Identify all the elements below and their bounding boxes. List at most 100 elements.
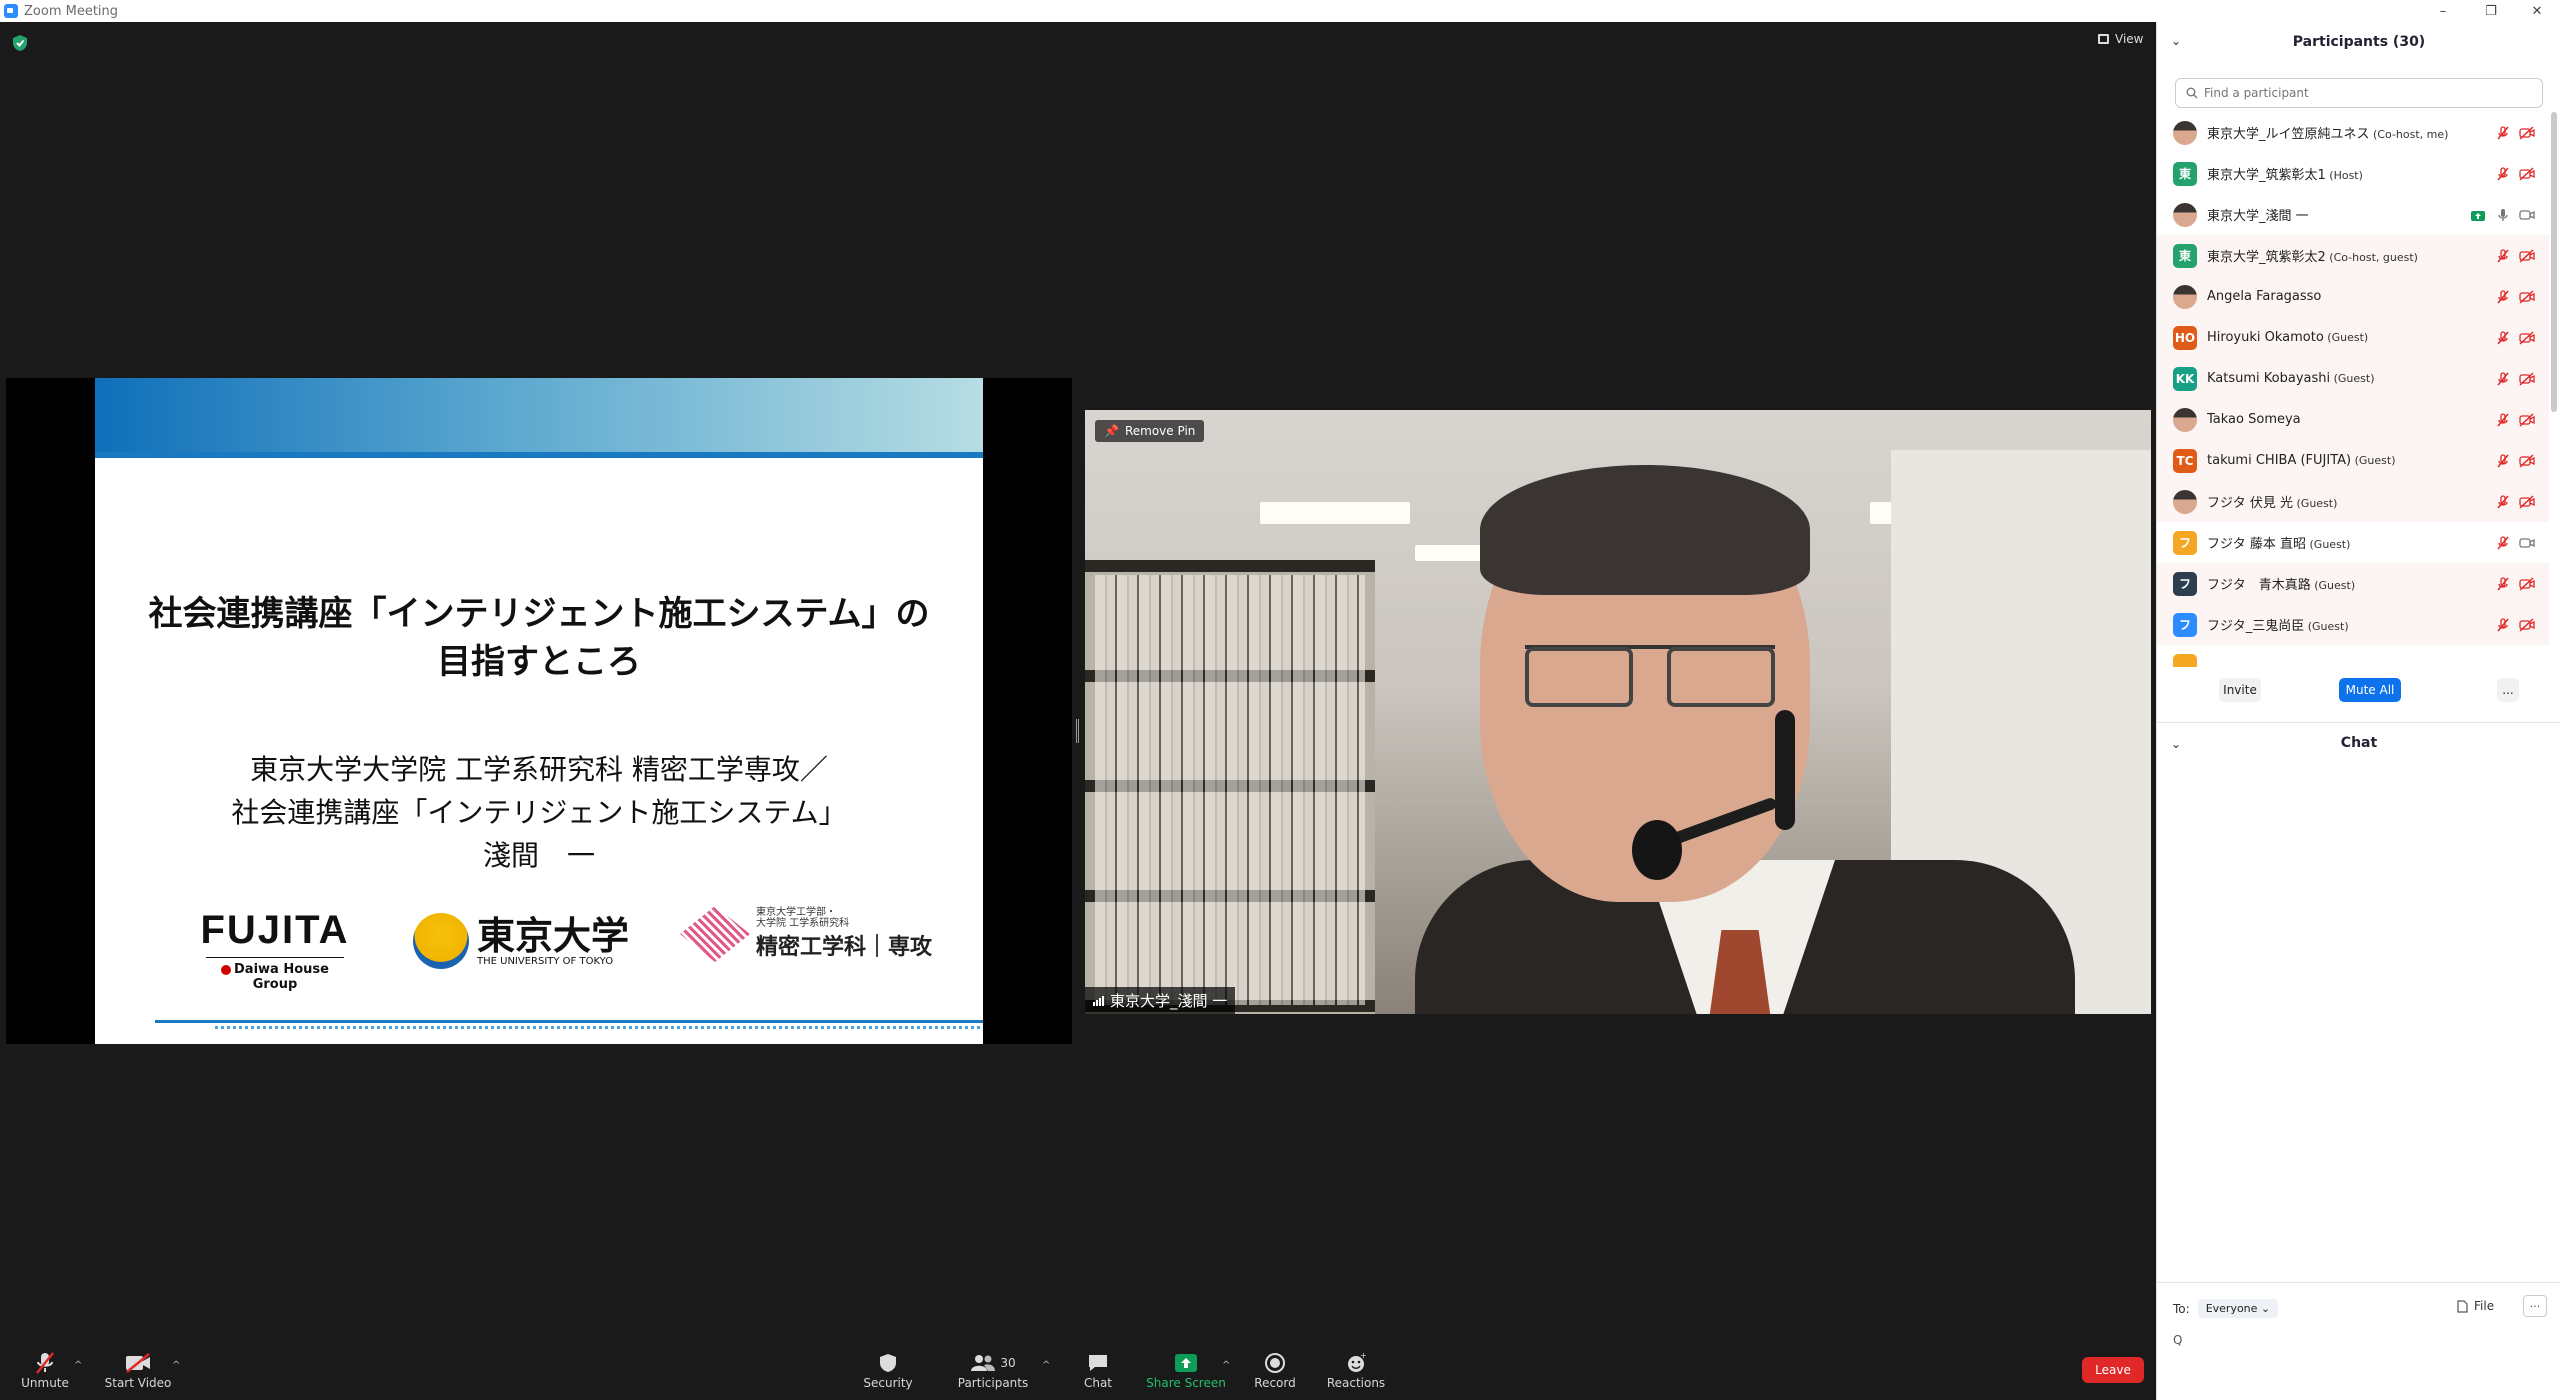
chat-button[interactable]: Chat	[1053, 1350, 1143, 1390]
participant-name: 東京大学_淺間 一	[2207, 205, 2309, 224]
mic-muted-icon[interactable]	[2495, 330, 2511, 345]
participant-role: (Guest)	[2304, 620, 2349, 633]
chat-input[interactable]: Q	[2173, 1333, 2182, 1347]
mic-muted-icon[interactable]	[2495, 371, 2511, 386]
view-button[interactable]: View	[2098, 32, 2143, 46]
video-off-icon[interactable]	[2519, 453, 2535, 468]
participant-row[interactable]: 東京大学_ルイ笠原純ユネス (Co-host, me)	[2157, 112, 2549, 153]
participant-photo-avatar	[2173, 202, 2197, 227]
collapse-chevron-icon[interactable]: ⌄	[2171, 34, 2181, 48]
meeting-area: View 社会連携講座「インテリジェント施工システム」の 目指すところ 東京大学…	[0, 22, 2156, 1400]
reactions-button[interactable]: + Reactions	[1311, 1350, 1401, 1390]
slide-title-line1: 社会連携講座「インテリジェント施工システム」の	[148, 594, 930, 634]
mic-muted-icon[interactable]	[2495, 166, 2511, 181]
mic-icon[interactable]	[2495, 207, 2511, 221]
to-label: To:	[2173, 1301, 2190, 1316]
participant-row[interactable]: KK Katsumi Kobayashi (Guest)	[2157, 358, 2549, 399]
record-button[interactable]: Record	[1230, 1350, 1320, 1390]
share-screen-button[interactable]: Share Screen	[1141, 1350, 1231, 1390]
video-off-icon[interactable]	[2519, 576, 2535, 591]
participant-row[interactable]: Angela Faragasso	[2157, 276, 2549, 317]
participant-row[interactable]: 東東京大学_筑紫彰太2 (Co-host, guest)	[2157, 235, 2549, 276]
mic-muted-icon[interactable]	[2495, 617, 2511, 632]
chat-more-button[interactable]: ···	[2523, 1295, 2547, 1317]
video-off-icon[interactable]	[2519, 125, 2535, 140]
split-view-handle[interactable]	[1076, 719, 1079, 743]
video-off-icon[interactable]	[2519, 494, 2535, 509]
participant-row[interactable]: TC takumi CHIBA (FUJITA) (Guest)	[2157, 440, 2549, 481]
participant-row[interactable]: フフジタ 青木真路 (Guest)	[2157, 563, 2549, 604]
participant-name: 東京大学_ルイ笠原純ユネス (Co-host, me)	[2207, 123, 2448, 142]
participant-search[interactable]	[2175, 78, 2543, 108]
participant-list[interactable]: 東京大学_ルイ笠原純ユネス (Co-host, me) 東東京大学_筑紫彰太1 (…	[2157, 112, 2549, 667]
participant-name-text: 東京大学_筑紫彰太1	[2207, 168, 2326, 183]
participant-row-partial[interactable]	[2157, 645, 2549, 667]
video-off-icon[interactable]	[2519, 166, 2535, 181]
participant-row[interactable]: フフジタ 藤本 直昭 (Guest)	[2157, 522, 2549, 563]
participant-initials-avatar: HO	[2173, 325, 2197, 350]
video-icon[interactable]	[2519, 535, 2535, 549]
shared-screen[interactable]: 社会連携講座「インテリジェント施工システム」の 目指すところ 東京大学大学院 工…	[6, 378, 1072, 1044]
utokyo-logo-en: THE UNIVERSITY OF TOKYO	[477, 955, 614, 967]
participant-role: (Host)	[2325, 169, 2363, 182]
participant-row[interactable]: 東東京大学_筑紫彰太1 (Host)	[2157, 153, 2549, 194]
video-off-icon[interactable]	[2519, 248, 2535, 263]
slide-title: 社会連携講座「インテリジェント施工システム」の 目指すところ	[95, 590, 983, 686]
participant-row[interactable]: HO Hiroyuki Okamoto (Guest)	[2157, 317, 2549, 358]
video-icon[interactable]	[2519, 207, 2535, 221]
participant-row[interactable]: フフジタ_三鬼尚臣 (Guest)	[2157, 604, 2549, 645]
mic-muted-icon[interactable]	[2495, 289, 2511, 304]
participant-role: (Guest)	[2323, 331, 2369, 344]
window-title: Zoom Meeting	[24, 3, 119, 19]
participant-row[interactable]: 東京大学_淺間 一	[2157, 194, 2549, 235]
fujita-logo: FUJITA Daiwa House Group	[200, 908, 350, 992]
mic-muted-icon[interactable]	[2495, 412, 2511, 427]
participants-button[interactable]: 30 Participants	[948, 1350, 1038, 1390]
remove-pin-button[interactable]: 📌 Remove Pin	[1095, 420, 1205, 442]
video-options-chevron-icon[interactable]: ^	[172, 1360, 180, 1371]
video-off-icon[interactable]	[2519, 371, 2535, 386]
participant-role: (Guest)	[2293, 497, 2338, 510]
participant-search-input[interactable]	[2204, 86, 2524, 100]
participant-initials-avatar: 東	[2173, 243, 2197, 268]
mic-muted-icon[interactable]	[2495, 248, 2511, 263]
recipient-dropdown[interactable]: Everyone ⌄	[2197, 1299, 2279, 1318]
close-button[interactable]: ✕	[2514, 0, 2560, 22]
invite-button[interactable]: Invite	[2219, 678, 2261, 702]
participant-role: (Guest)	[2351, 454, 2396, 467]
encryption-shield-icon[interactable]	[12, 34, 28, 52]
participant-list-scrollbar[interactable]	[2551, 112, 2557, 412]
department-logo-icon	[680, 906, 750, 962]
file-label: File	[2474, 1299, 2495, 1313]
more-options-button[interactable]: ...	[2497, 678, 2519, 702]
restore-button[interactable]: ❐	[2468, 0, 2514, 22]
mic-muted-icon[interactable]	[2495, 494, 2511, 509]
mute-all-button[interactable]: Mute All	[2339, 678, 2401, 702]
slide-banner	[95, 378, 983, 452]
file-button[interactable]: File	[2457, 1299, 2494, 1313]
participant-row[interactable]: Takao Someya	[2157, 399, 2549, 440]
video-off-icon[interactable]	[2519, 617, 2535, 632]
mic-muted-icon[interactable]	[2495, 125, 2511, 140]
participant-name: takumi CHIBA (FUJITA) (Guest)	[2207, 453, 2396, 468]
participant-role: (Co-host, me)	[2369, 128, 2449, 141]
minimize-button[interactable]: –	[2420, 0, 2466, 22]
mic-muted-icon[interactable]	[2495, 535, 2511, 550]
pinned-video[interactable]: 📌 Remove Pin 東京大学_淺間 一	[1085, 410, 2151, 1014]
security-button[interactable]: Security	[843, 1350, 933, 1390]
start-video-button[interactable]: Start Video	[93, 1350, 183, 1390]
audio-options-chevron-icon[interactable]: ^	[74, 1360, 82, 1371]
leave-button[interactable]: Leave	[2082, 1357, 2144, 1383]
participants-options-chevron-icon[interactable]: ^	[1042, 1360, 1050, 1371]
chat-collapse-chevron-icon[interactable]: ⌄	[2171, 737, 2181, 751]
participant-row[interactable]: フジタ 伏見 光 (Guest)	[2157, 481, 2549, 522]
video-off-icon[interactable]	[2519, 330, 2535, 345]
video-off-icon[interactable]	[2519, 289, 2535, 304]
chat-title: Chat	[2340, 735, 2378, 751]
start-video-label: Start Video	[104, 1376, 172, 1390]
mic-muted-icon[interactable]	[2495, 576, 2511, 591]
video-off-icon[interactable]	[2519, 412, 2535, 427]
svg-text:+: +	[1360, 1352, 1367, 1360]
mic-muted-icon[interactable]	[2495, 453, 2511, 468]
daiwa-logo-text: Daiwa House Group	[234, 962, 329, 992]
